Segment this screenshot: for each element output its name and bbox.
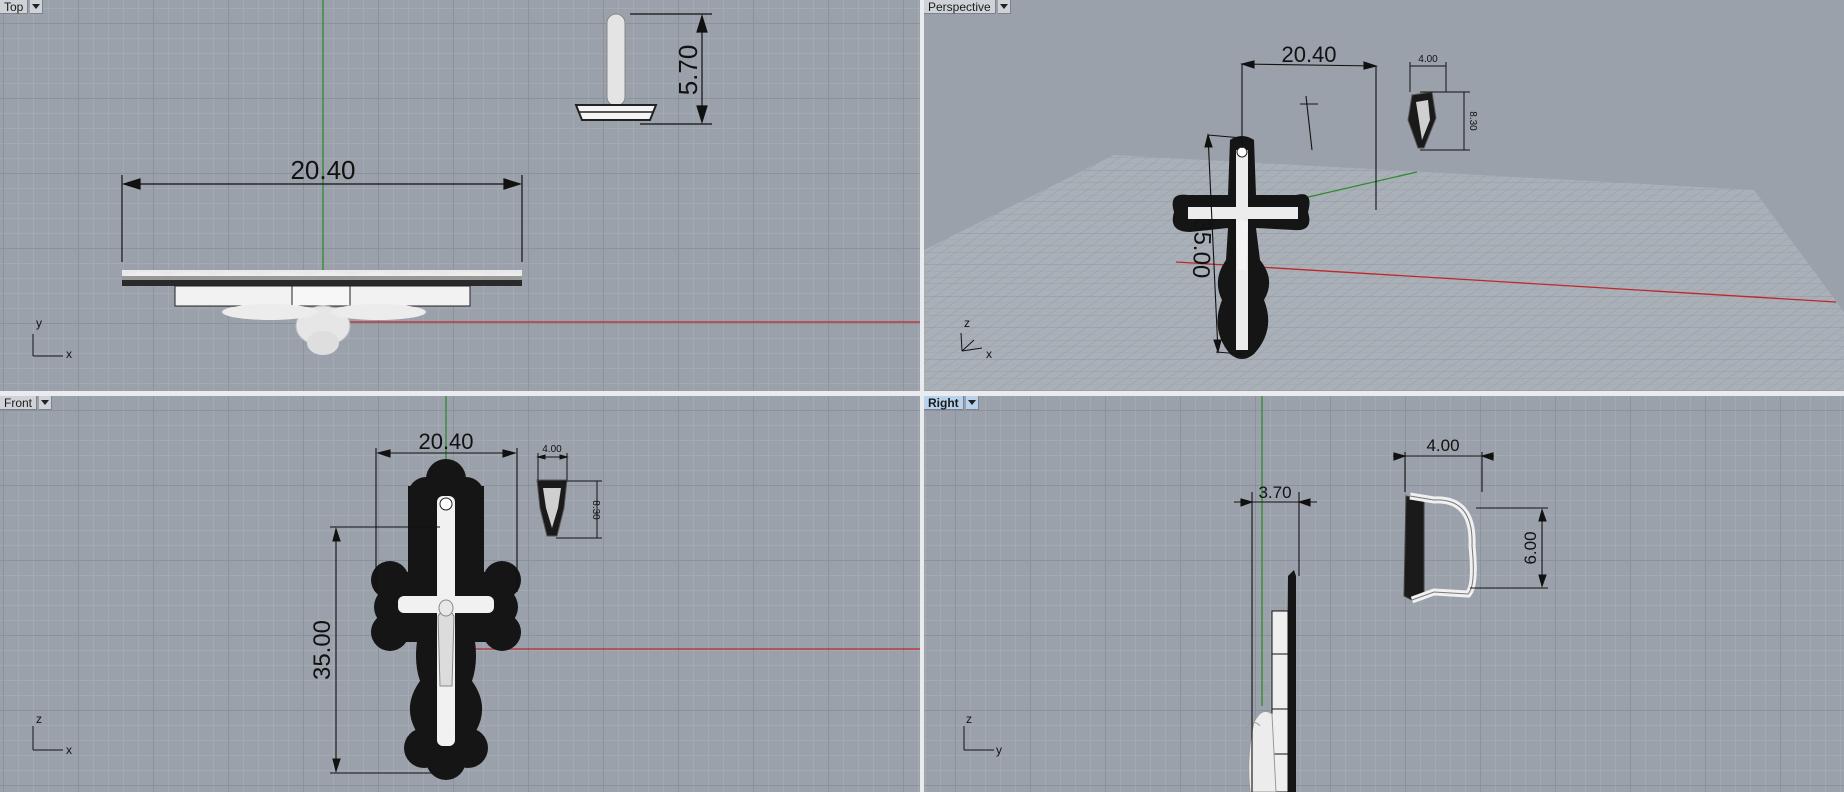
viewport-right-title[interactable]: Right <box>924 396 979 410</box>
horizontal-splitter[interactable] <box>0 391 1844 396</box>
axis-label-vertical: z <box>966 712 972 726</box>
viewport-perspective-canvas: 20.40 35.00 4.00 8.30 z x <box>924 42 1844 391</box>
viewport-right-label[interactable]: Right <box>924 396 964 410</box>
axis-label-horizontal: x <box>66 347 72 361</box>
viewport-front[interactable]: Front 20.40 35.00 4.00 8.30 z x <box>0 396 920 792</box>
cross-model-top-view <box>122 270 522 355</box>
viewport-top-label[interactable]: Top <box>0 0 29 14</box>
dimension-bail-height-label: 5.70 <box>673 45 703 96</box>
dimension-width-label: 20.40 <box>290 155 355 185</box>
axis-label-horizontal: x <box>986 347 992 361</box>
viewport-front-title[interactable]: Front <box>0 396 53 410</box>
axis-label-horizontal: x <box>66 743 72 757</box>
viewport-menu-arrow-icon[interactable] <box>965 396 979 410</box>
axis-label-vertical: z <box>964 316 970 330</box>
dimension-bail-width-label: 4.00 <box>542 444 562 455</box>
axis-widget-top <box>32 334 63 357</box>
viewport-right[interactable]: Right 3.70 4.00 6.00 z y <box>924 396 1844 792</box>
axis-label-vertical: y <box>36 316 42 330</box>
bail-model-perspective <box>1407 91 1437 149</box>
dimension-bail-width-label: 4.00 <box>1418 54 1438 65</box>
dimension-height-label: 35.00 <box>309 620 336 680</box>
viewport-front-canvas: 20.40 35.00 4.00 8.30 z x <box>32 396 920 780</box>
viewport-top-title[interactable]: Top <box>0 0 44 14</box>
cross-model-front-view <box>371 459 521 780</box>
dimension-height-label: 35.00 <box>1187 218 1216 279</box>
viewport-menu-arrow-icon[interactable] <box>30 0 44 14</box>
dimension-width-top <box>121 175 523 262</box>
bail-model-top-view <box>574 13 658 121</box>
bail-model-front-view <box>536 479 568 537</box>
viewport-menu-arrow-icon[interactable] <box>997 0 1011 14</box>
viewport-perspective-title[interactable]: Perspective <box>924 0 1011 14</box>
rhino-viewport-layout: Top 20.40 5.70 y x Perspective 20.40 35.… <box>0 0 1844 792</box>
dimension-bail-depth-label: 4.00 <box>1426 436 1459 455</box>
viewport-perspective-label[interactable]: Perspective <box>924 0 996 14</box>
viewport-right-canvas: 3.70 4.00 6.00 z y <box>963 396 1548 792</box>
dimension-thickness-label: 3.70 <box>1258 483 1291 502</box>
axis-label-vertical: z <box>36 712 42 726</box>
dimension-width-label: 20.40 <box>418 429 473 454</box>
viewport-front-label[interactable]: Front <box>0 396 38 410</box>
axis-widget-right <box>963 726 994 751</box>
dimension-bail-height-label: 8.30 <box>590 500 601 520</box>
bail-model-side-view <box>1403 492 1477 604</box>
viewport-perspective[interactable]: Perspective 20.40 35.00 4.00 8.30 z x <box>924 0 1844 391</box>
dimension-bail-depth-right <box>1393 452 1494 492</box>
viewport-menu-arrow-icon[interactable] <box>39 396 53 410</box>
axis-label-horizontal: y <box>996 743 1002 757</box>
axis-widget-front <box>32 726 63 751</box>
cross-model-side-view <box>1245 570 1296 792</box>
dimension-bail-height-label: 8.30 <box>1467 111 1478 131</box>
dimension-width-label: 20.40 <box>1281 42 1336 67</box>
dimension-bail-height-label: 6.00 <box>1521 531 1540 564</box>
viewport-top-canvas: 20.40 5.70 y x <box>32 0 920 361</box>
viewport-top[interactable]: Top 20.40 5.70 y x <box>0 0 920 391</box>
